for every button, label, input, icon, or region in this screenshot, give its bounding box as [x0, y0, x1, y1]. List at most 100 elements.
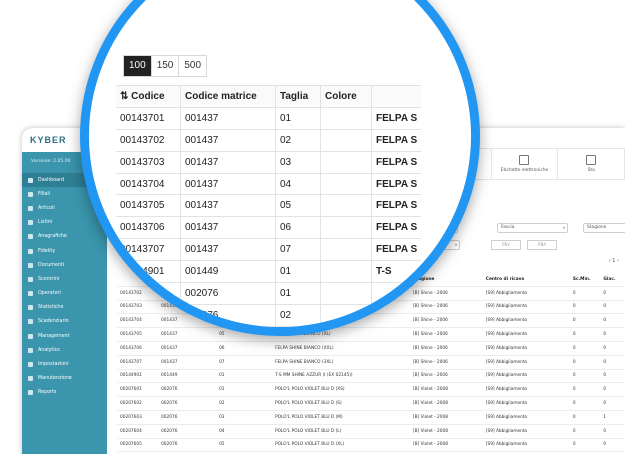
- table-cell: [320, 194, 372, 218]
- column-header[interactable]: Colore: [320, 85, 372, 108]
- prev-input[interactable]: PEV: [491, 240, 521, 250]
- nav-icon: [28, 390, 33, 396]
- fascia-select[interactable]: Fascia: [497, 223, 568, 233]
- nav-icon: [28, 220, 33, 226]
- table-row[interactable]: 00143707 001437 07 FELPA S: [116, 238, 422, 262]
- table-row[interactable]: 00207605 002076 05 POLO'L POLO VIOLET BLU D…: [117, 438, 625, 453]
- table-cell: [B] Shine - 2006: [409, 355, 483, 370]
- table-row[interactable]: 00207602 002076 02: [116, 304, 422, 327]
- table-row[interactable]: 00207602 002076 02 POLO'L POLO VIOLET BLU D…: [117, 396, 625, 411]
- nav-icon: [28, 248, 33, 254]
- table-cell: FELPA S: [371, 216, 422, 240]
- sidebar-item-reports[interactable]: Reports: [22, 386, 107, 400]
- table-row[interactable]: 00143706 001437 06 FELPA S: [116, 216, 422, 240]
- table-row[interactable]: 00143701 001437 01 FELPA S: [116, 107, 422, 130]
- magnified-table: ⇅ Codice Codice matrice Taglia Colore 001437…: [116, 85, 422, 327]
- table-cell: 002076: [180, 304, 276, 327]
- table-cell: 07: [275, 238, 321, 262]
- nav-icon: [28, 333, 33, 339]
- column-header[interactable]: Taglia: [275, 85, 321, 108]
- table-cell: FELPA S: [371, 107, 422, 130]
- pagination-indicator[interactable]: ‹ 1 ›: [609, 258, 619, 264]
- column-header[interactable]: Giac.: [600, 273, 625, 287]
- sidebar-item-label: Impostazioni: [38, 362, 69, 368]
- table-row[interactable]: 00144901 001449 01 T-S MM SHINE AZZUR (I (E…: [117, 369, 625, 384]
- table-cell: 01: [275, 260, 321, 284]
- sidebar-item-label: Operatori: [38, 291, 61, 297]
- sidebar-item-manutenzione[interactable]: Manutenzione: [22, 372, 107, 386]
- column-header[interactable]: Codice matrice: [180, 85, 276, 108]
- table-cell: 07: [216, 355, 273, 370]
- table-cell: 00143704: [116, 173, 181, 196]
- table-cell: 0: [569, 327, 601, 342]
- table-row[interactable]: 00207603 002076 03 POLO'L POLO VIOLET BLU D…: [117, 410, 625, 425]
- table-cell: 002076: [158, 438, 217, 453]
- toolbar-button-label: Sta: [587, 168, 595, 173]
- sidebar-item-management[interactable]: Management: [22, 329, 107, 343]
- table-row[interactable]: 00207601 002076 01 POLO'L POLO VIOLET BLU D…: [117, 382, 625, 398]
- table-cell: 00144901: [116, 260, 181, 284]
- table-row[interactable]: 00143705 001437 05 FELPA S: [116, 194, 422, 218]
- table-cell: 0: [600, 313, 625, 329]
- table-cell: POLO'L POLO VIOLET BLU D (M): [272, 410, 410, 425]
- table-cell: 002076: [158, 424, 217, 439]
- stagione-select[interactable]: Stagione: [583, 223, 625, 233]
- table-cell: 06: [216, 341, 273, 356]
- table-cell: [S9] Abbigliamento: [482, 286, 570, 301]
- table-cell: [B] Violet - 2008: [409, 424, 483, 439]
- table-row[interactable]: 00144901 001449 01 T-S: [116, 260, 422, 284]
- column-header[interactable]: Sc.Min.: [569, 273, 601, 287]
- table-row[interactable]: 00207601 002076 01: [116, 282, 422, 305]
- table-cell: 0: [600, 355, 625, 370]
- table-cell: [S9] Abbigliamento: [482, 355, 570, 370]
- column-header[interactable]: Centro di ricavo: [482, 273, 570, 287]
- nav-icon: [28, 191, 33, 197]
- table-cell: [320, 129, 372, 152]
- table-cell: 03: [275, 151, 321, 174]
- table-cell: [320, 216, 372, 240]
- current-page: 1: [612, 258, 616, 264]
- table-row[interactable]: 00143707 001437 07 FELPA SHINE BIANCO (3XL)…: [117, 355, 625, 370]
- table-cell: 00143703: [116, 151, 181, 174]
- nav-icon: [28, 362, 33, 368]
- table-cell: [S9] Abbigliamento: [482, 396, 570, 411]
- nav-icon: [28, 376, 33, 382]
- table-cell: 0: [600, 369, 625, 384]
- pba-input[interactable]: PBA: [527, 240, 557, 250]
- table-cell: [B] Violet - 2008: [409, 438, 483, 453]
- table-cell: 0: [600, 424, 625, 439]
- table-cell: 001449: [158, 369, 217, 384]
- table-row[interactable]: 0014370500143705FELPA SHINE BIANCO (XL)[…: [117, 327, 625, 342]
- table-row[interactable]: 00207604 002076 04 POLO'L POLO VIOLET BLU D…: [117, 424, 625, 439]
- page-size-option[interactable]: 100: [124, 56, 152, 76]
- table-cell: 0: [569, 313, 601, 329]
- sidebar-item-impostazioni[interactable]: Impostazioni: [22, 357, 107, 371]
- column-header[interactable]: [371, 85, 422, 108]
- table-row[interactable]: 00143706 001437 06 FELPA SHINE BIANCO (XXL)…: [117, 341, 625, 356]
- table-cell: FELPA S: [371, 129, 422, 152]
- sidebar-item-label: Documenti: [38, 262, 65, 268]
- table-cell: [320, 304, 372, 327]
- table-cell: FELPA S: [371, 173, 422, 196]
- toolbar-button[interactable]: Etichette elettroniche: [492, 149, 559, 179]
- table-cell: 001437: [180, 173, 276, 196]
- table-cell: 0: [569, 396, 601, 411]
- table-cell: 06: [275, 216, 321, 240]
- sort-icon[interactable]: ⇅: [120, 91, 131, 102]
- sidebar-item-label: Filiali: [38, 191, 51, 197]
- toolbar-button[interactable]: Sta: [558, 149, 625, 179]
- sidebar-item-analytics[interactable]: Analytics: [22, 343, 107, 357]
- table-cell: 0: [569, 382, 601, 398]
- table-row[interactable]: 00143704 001437 04 FELPA S: [116, 173, 422, 196]
- table-row[interactable]: 00143703 001437 03 FELPA S: [116, 151, 422, 174]
- table-row[interactable]: 00143702 001437 02 FELPA S: [116, 129, 422, 152]
- page-size-option[interactable]: 500: [179, 56, 206, 76]
- table-cell: 0: [569, 369, 601, 384]
- table-cell: 0: [600, 341, 625, 356]
- table-cell: FELPA SHINE BIANCO (3XL): [272, 355, 410, 370]
- nav-icon: [28, 319, 33, 325]
- magnified-view: 100 150 500 ⇅ Codice Codice matrice Taglia Co…: [89, 0, 471, 327]
- column-header[interactable]: ⇅ Codice: [116, 85, 181, 108]
- page-size-option[interactable]: 150: [152, 56, 180, 76]
- table-cell: [S9] Abbigliamento: [482, 410, 570, 425]
